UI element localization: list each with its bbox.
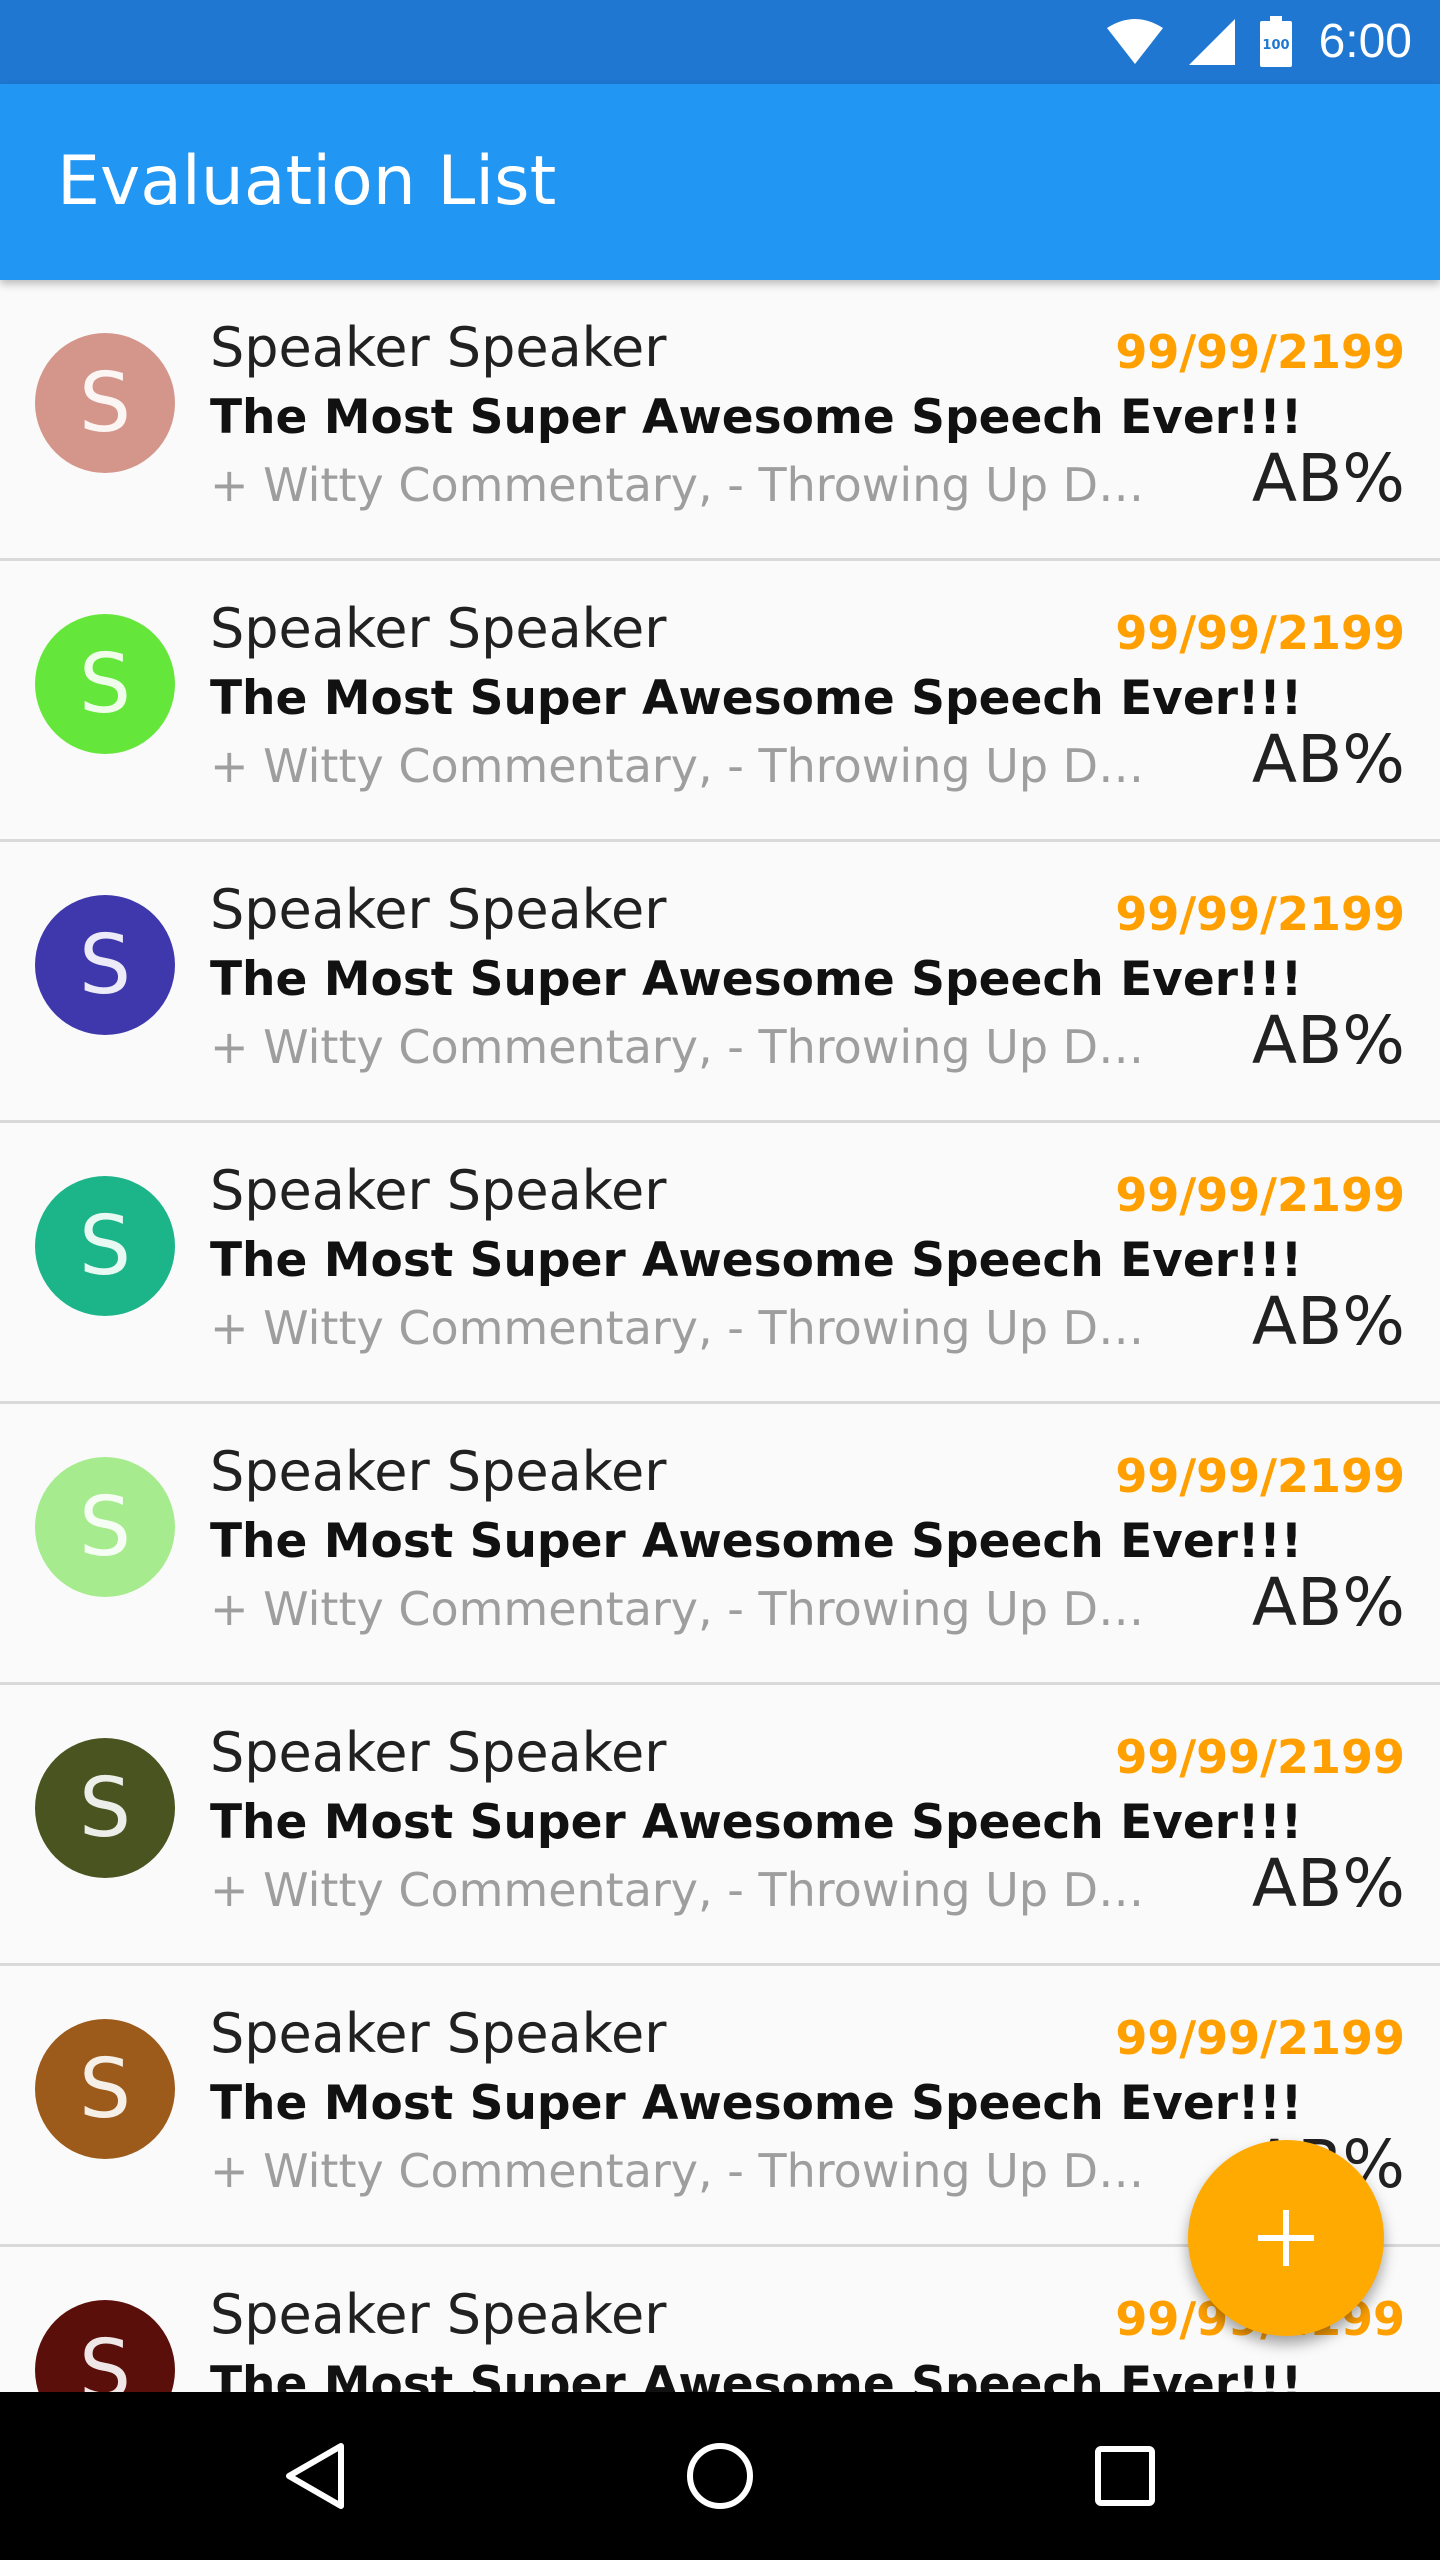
speech-title: The Most Super Awesome Speech Ever!!! <box>210 2076 1303 2131</box>
speech-title: The Most Super Awesome Speech Ever!!! <box>210 952 1303 1007</box>
evaluation-date: 99/99/2199 <box>1115 1449 1405 1503</box>
evaluation-score: AB% <box>1251 1845 1405 1922</box>
list-item[interactable]: S Speaker Speaker The Most Super Awesome S… <box>0 1404 1440 1685</box>
evaluation-summary: + Witty Commentary, - Throwing Up During… <box>210 739 1172 793</box>
speech-title: The Most Super Awesome Speech Ever!!! <box>210 1514 1303 1569</box>
avatar: S <box>35 1457 175 1597</box>
status-time: 6:00 <box>1318 15 1412 68</box>
speaker-name: Speaker Speaker <box>210 316 667 379</box>
avatar: S <box>35 895 175 1035</box>
list-item[interactable]: S Speaker Speaker The Most Super Awesome S… <box>0 842 1440 1123</box>
avatar: S <box>35 2300 175 2392</box>
speaker-name: Speaker Speaker <box>210 597 667 660</box>
recents-button[interactable] <box>1025 2392 1225 2560</box>
page-title: Evaluation List <box>57 142 557 221</box>
evaluation-date: 99/99/2199 <box>1115 606 1405 660</box>
evaluation-summary: + Witty Commentary, - Throwing Up During… <box>210 1301 1172 1355</box>
evaluation-summary: + Witty Commentary, - Throwing Up During… <box>210 2144 1172 2198</box>
list-item[interactable]: S Speaker Speaker The Most Super Awesome S… <box>0 1685 1440 1966</box>
back-icon <box>286 2443 344 2509</box>
evaluation-date: 99/99/2199 <box>1115 1730 1405 1784</box>
back-button[interactable] <box>215 2392 415 2560</box>
app-bar: Evaluation List <box>0 84 1440 280</box>
speaker-name: Speaker Speaker <box>210 1159 667 1222</box>
status-icons: 100 6:00 <box>1105 0 1412 84</box>
speaker-name: Speaker Speaker <box>210 878 667 941</box>
evaluation-list[interactable]: S Speaker Speaker The Most Super Awesome S… <box>0 280 1440 2392</box>
speaker-name: Speaker Speaker <box>210 2002 667 2065</box>
speaker-name: Speaker Speaker <box>210 1721 667 1784</box>
evaluation-date: 99/99/2199 <box>1115 887 1405 941</box>
recents-icon <box>1095 2446 1155 2506</box>
avatar: S <box>35 1738 175 1878</box>
evaluation-date: 99/99/2199 <box>1115 1168 1405 1222</box>
speech-title: The Most Super Awesome Speech Ever!!! <box>210 2357 1303 2392</box>
add-evaluation-button[interactable] <box>1188 2140 1384 2336</box>
evaluation-summary: + Witty Commentary, - Throwing Up During… <box>210 1020 1172 1074</box>
evaluation-summary: + Witty Commentary, - Throwing Up During… <box>210 458 1172 512</box>
speaker-name: Speaker Speaker <box>210 2283 667 2346</box>
home-icon <box>687 2443 753 2509</box>
speech-title: The Most Super Awesome Speech Ever!!! <box>210 1795 1303 1850</box>
screen: 100 6:00 Evaluation List S Speaker Speake… <box>0 0 1440 2560</box>
evaluation-summary: + Witty Commentary, - Throwing Up During… <box>210 1863 1172 1917</box>
evaluation-summary: + Witty Commentary, - Throwing Up During… <box>210 1582 1172 1636</box>
avatar: S <box>35 1176 175 1316</box>
speech-title: The Most Super Awesome Speech Ever!!! <box>210 390 1303 445</box>
evaluation-date: 99/99/2199 <box>1115 2011 1405 2065</box>
home-button[interactable] <box>620 2392 820 2560</box>
evaluation-score: AB% <box>1251 440 1405 517</box>
list-item[interactable]: S Speaker Speaker The Most Super Awesome S… <box>0 280 1440 561</box>
avatar: S <box>35 333 175 473</box>
evaluation-score: AB% <box>1251 721 1405 798</box>
wifi-icon <box>1106 19 1163 64</box>
avatar: S <box>35 2019 175 2159</box>
navigation-bar <box>0 2392 1440 2560</box>
avatar: S <box>35 614 175 754</box>
speech-title: The Most Super Awesome Speech Ever!!! <box>210 1233 1303 1288</box>
list-item[interactable]: S Speaker Speaker The Most Super Awesome S… <box>0 561 1440 842</box>
plus-icon <box>1258 2210 1314 2266</box>
evaluation-score: AB% <box>1251 1283 1405 1360</box>
list-item[interactable]: S Speaker Speaker The Most Super Awesome S… <box>0 1123 1440 1404</box>
speaker-name: Speaker Speaker <box>210 1440 667 1503</box>
battery-level-text: 100 <box>1262 38 1289 53</box>
speech-title: The Most Super Awesome Speech Ever!!! <box>210 671 1303 726</box>
status-bar: 100 6:00 <box>0 0 1440 84</box>
evaluation-score: AB% <box>1251 1002 1405 1079</box>
cellular-signal-icon <box>1188 19 1235 65</box>
evaluation-score: AB% <box>1251 1564 1405 1641</box>
evaluation-date: 99/99/2199 <box>1115 325 1405 379</box>
battery-icon: 100 <box>1259 16 1292 67</box>
